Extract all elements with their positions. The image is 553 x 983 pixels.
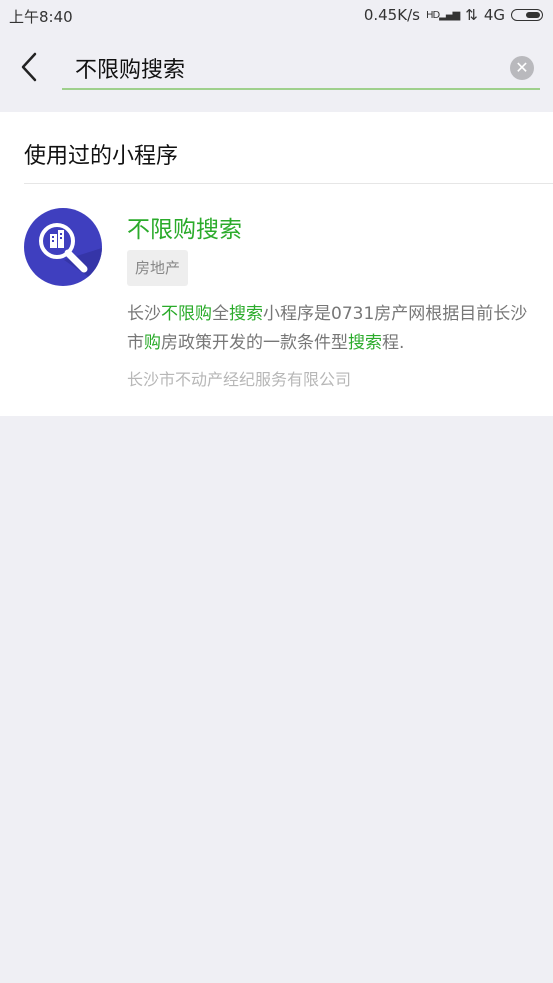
desc-text: 房政策开发的一款条件型 [161, 333, 348, 353]
desc-text: 长沙 [127, 304, 161, 324]
app-name[interactable]: 不限购搜索 [127, 210, 242, 244]
category-tag: 房地产 [127, 250, 189, 286]
status-right: 0.45K/s HD▂▄▆ ⇅ 4G [364, 6, 543, 24]
clear-icon[interactable]: ✕ [510, 56, 534, 80]
search-input[interactable]: 不限购搜索 [75, 52, 185, 84]
desc-highlight: 不限购 [161, 304, 212, 324]
network-speed: 0.45K/s [363, 6, 420, 24]
section-divider [24, 183, 553, 184]
signal-label: HD [425, 9, 440, 21]
search-underline [62, 88, 540, 90]
desc-highlight: 搜索 [348, 333, 382, 353]
results-panel: 使用过的小程序 不限购搜索 房地产 长沙不限购全搜索小程序是0731房产网根据目… [0, 112, 553, 416]
company-name: 长沙市不动产经纪服务有限公司 [127, 370, 352, 389]
desc-highlight: 搜索 [229, 304, 263, 324]
desc-highlight: 购 [144, 333, 161, 353]
signal-icon: HD▂▄▆ [425, 9, 460, 21]
back-icon[interactable] [17, 50, 43, 84]
desc-text: 程. [382, 333, 405, 353]
search-bar: 不限购搜索 ✕ [0, 32, 553, 104]
status-time: 上午8:40 [9, 8, 73, 26]
app-description: 长沙不限购全搜索小程序是0731房产网根据目前长沙市购房政策开发的一款条件型搜索… [127, 300, 537, 358]
data-arrows-icon: ⇅ [465, 6, 478, 24]
desc-text: 全 [212, 304, 229, 324]
network-type: 4G [483, 6, 505, 24]
status-bar: 上午8:40 0.45K/s HD▂▄▆ ⇅ 4G [0, 0, 553, 32]
section-title: 使用过的小程序 [24, 144, 179, 169]
battery-icon [511, 9, 543, 21]
magnifier-building-icon[interactable] [24, 208, 102, 286]
